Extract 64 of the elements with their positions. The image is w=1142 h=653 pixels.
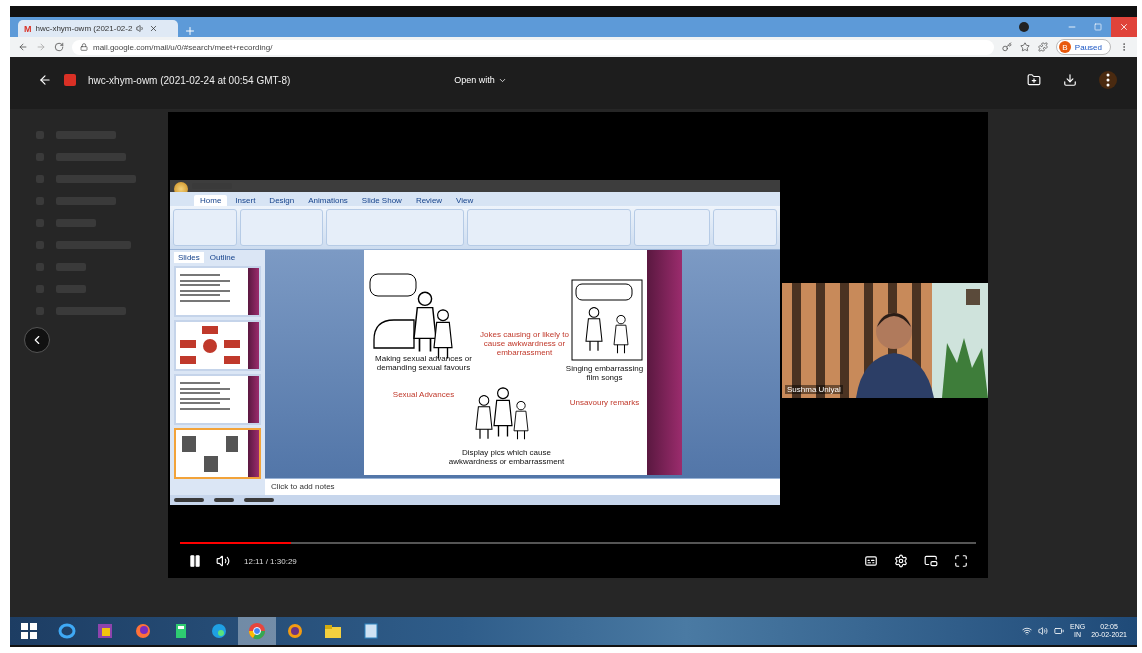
tab-favicon: M xyxy=(24,23,32,34)
fullscreen-icon[interactable] xyxy=(954,554,968,568)
open-with-button[interactable]: Open with xyxy=(450,73,511,87)
profile-icon xyxy=(1019,22,1029,32)
profile-button[interactable]: B Paused xyxy=(1055,39,1111,55)
battery-icon[interactable] xyxy=(1054,626,1064,636)
slide-caption: Display pics which cause awkwardness or embarrassment xyxy=(447,448,566,467)
windows-icon[interactable] xyxy=(20,622,38,640)
extensions-icon[interactable] xyxy=(1037,42,1048,52)
collapse-button[interactable] xyxy=(24,327,50,353)
panel-tab[interactable]: Outline xyxy=(205,252,240,263)
slide-caption: Making sexual advances or demanding sexual favours xyxy=(374,354,473,373)
photos-icon[interactable] xyxy=(96,622,114,640)
lock-icon xyxy=(80,43,88,51)
more-options-icon[interactable] xyxy=(1099,71,1117,89)
volume-icon[interactable] xyxy=(216,554,230,568)
slide-heading: Sexual Advances xyxy=(391,390,456,400)
folder-icon[interactable] xyxy=(324,622,342,640)
miniplayer-icon[interactable] xyxy=(924,554,938,568)
browser-tab[interactable]: M hwc-xhym-owm (2021-02-2 xyxy=(18,20,178,37)
close-tab-icon[interactable] xyxy=(149,24,159,33)
ribbon-tab[interactable]: Animations xyxy=(302,195,354,206)
reload-icon[interactable] xyxy=(54,42,64,52)
slide-heading: Jokes causing or likely to cause awkwardness or embarrassment xyxy=(479,330,570,358)
slide-thumbnail[interactable] xyxy=(174,266,261,317)
slide-thumbnail[interactable] xyxy=(174,374,261,425)
tab-title: hwc-xhym-owm (2021-02-2 xyxy=(35,24,133,33)
ribbon-tab[interactable]: Slide Show xyxy=(355,195,408,206)
ribbon-tab[interactable]: Review xyxy=(409,195,449,206)
video-file-icon xyxy=(64,74,76,86)
slide-heading: Unsavoury remarks xyxy=(568,398,641,408)
back-icon[interactable] xyxy=(38,73,52,87)
close-icon xyxy=(1119,22,1129,32)
key-icon[interactable] xyxy=(1001,42,1012,52)
subtitles-icon[interactable] xyxy=(864,554,878,568)
edge-icon[interactable] xyxy=(210,622,228,640)
ribbon-tab[interactable]: View xyxy=(450,195,480,206)
settings-icon[interactable] xyxy=(894,554,908,568)
speaker-icon xyxy=(136,24,146,33)
browser-icon[interactable] xyxy=(58,622,76,640)
notepad-icon[interactable] xyxy=(362,622,380,640)
playback-time: 12:11 / 1:30:29 xyxy=(244,556,297,566)
ribbon-tab[interactable]: Insert xyxy=(229,195,262,206)
ribbon-tab[interactable]: Design xyxy=(263,195,301,206)
download-icon[interactable] xyxy=(1063,73,1077,87)
chrome-icon[interactable] xyxy=(248,622,266,640)
maximize-icon xyxy=(1094,23,1102,31)
notes-field[interactable]: Click to add notes xyxy=(265,478,780,495)
ribbon-tab[interactable]: Home xyxy=(194,195,228,206)
slide-caption: Singing embarrassing film songs xyxy=(564,364,645,383)
file-title: hwc-xhym-owm (2021-02-24 at 00:54 GMT-8) xyxy=(88,74,291,86)
address-field[interactable]: mail.google.com/mail/u/0/#search/meet+recording/ xyxy=(72,39,994,55)
add-to-drive-icon[interactable] xyxy=(1027,73,1041,87)
slide-thumbnail[interactable] xyxy=(174,428,261,479)
bookmark-star-icon[interactable] xyxy=(1019,42,1030,52)
pause-icon[interactable] xyxy=(188,554,202,568)
participant-name: Sushma Uniyal xyxy=(785,385,843,394)
network-icon[interactable] xyxy=(1022,626,1032,636)
close-window-button[interactable] xyxy=(1111,17,1137,37)
firefox-icon[interactable] xyxy=(134,622,152,640)
app-icon[interactable] xyxy=(286,622,304,640)
cartoon-drawing xyxy=(474,387,528,440)
slide-thumbnail[interactable] xyxy=(174,320,261,371)
panel-tab[interactable]: Slides xyxy=(174,252,204,263)
